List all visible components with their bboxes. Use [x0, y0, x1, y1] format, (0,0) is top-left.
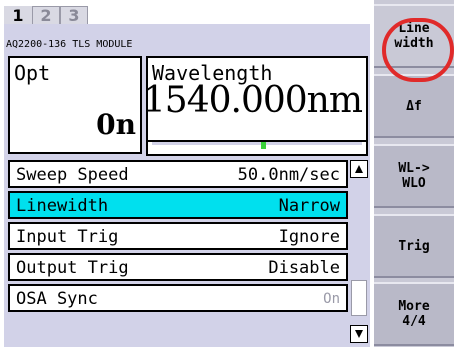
- gauge-track: [152, 142, 362, 145]
- gauge-marker: [261, 142, 267, 149]
- softkey-wl-to-wlo[interactable]: WL-> WLO: [374, 144, 454, 208]
- scroll-down-button[interactable]: [350, 325, 368, 343]
- softkey-trig[interactable]: Trig: [374, 214, 454, 278]
- page-tab-2[interactable]: 2: [32, 6, 60, 26]
- list-item-label: Output Trig: [16, 258, 129, 278]
- parameter-list: Sweep Speed 50.0nm/sec Linewidth Narrow …: [8, 160, 348, 315]
- list-scrollbar[interactable]: [350, 160, 368, 343]
- scroll-thumb[interactable]: [351, 280, 367, 316]
- softkey-linewidth[interactable]: Line width: [374, 4, 454, 68]
- list-item-value: Disable: [268, 258, 340, 278]
- list-item-osa-sync[interactable]: OSA Sync On: [8, 284, 348, 312]
- list-item-sweep-speed[interactable]: Sweep Speed 50.0nm/sec: [8, 160, 348, 188]
- module-name: AQ2200-136 TLS MODULE: [6, 39, 133, 50]
- scroll-up-button[interactable]: [350, 160, 368, 178]
- softkey-delta-f[interactable]: Δf: [374, 74, 454, 138]
- list-item-label: Linewidth: [16, 196, 109, 216]
- opt-title: Opt: [14, 61, 51, 85]
- opt-display: Opt 0n: [8, 56, 142, 154]
- list-item-value: Narrow: [278, 196, 340, 216]
- wavelength-display[interactable]: Wavelength 1540.000nm: [142, 56, 368, 142]
- wavelength-value: 1540.000nm: [142, 80, 363, 121]
- list-item-label: Sweep Speed: [16, 165, 129, 185]
- softkey-more[interactable]: More 4/4: [374, 282, 454, 346]
- list-item-linewidth[interactable]: Linewidth Narrow: [8, 191, 348, 219]
- page-tab-1[interactable]: 1: [4, 6, 32, 26]
- opt-value: 0n: [96, 108, 136, 141]
- triangle-up-icon: [355, 165, 363, 173]
- instrument-screen: 1 2 3 AQ2200-136 TLS MODULE Opt 0n Wavel…: [0, 0, 454, 347]
- list-item-input-trig[interactable]: Input Trig Ignore: [8, 222, 348, 250]
- list-item-value: 50.0nm/sec: [237, 165, 340, 185]
- page-tab-3[interactable]: 3: [60, 6, 88, 26]
- list-item-output-trig[interactable]: Output Trig Disable: [8, 253, 348, 281]
- page-tabs: 1 2 3: [4, 6, 88, 26]
- triangle-down-icon: [355, 330, 363, 338]
- wavelength-gauge: [146, 142, 368, 156]
- list-item-value: Ignore: [278, 227, 340, 247]
- list-item-label: Input Trig: [16, 227, 119, 247]
- list-item-value: On: [323, 291, 340, 307]
- softkey-column: Line width Δf WL-> WLO Trig More 4/4: [374, 0, 454, 347]
- list-item-label: OSA Sync: [16, 289, 98, 309]
